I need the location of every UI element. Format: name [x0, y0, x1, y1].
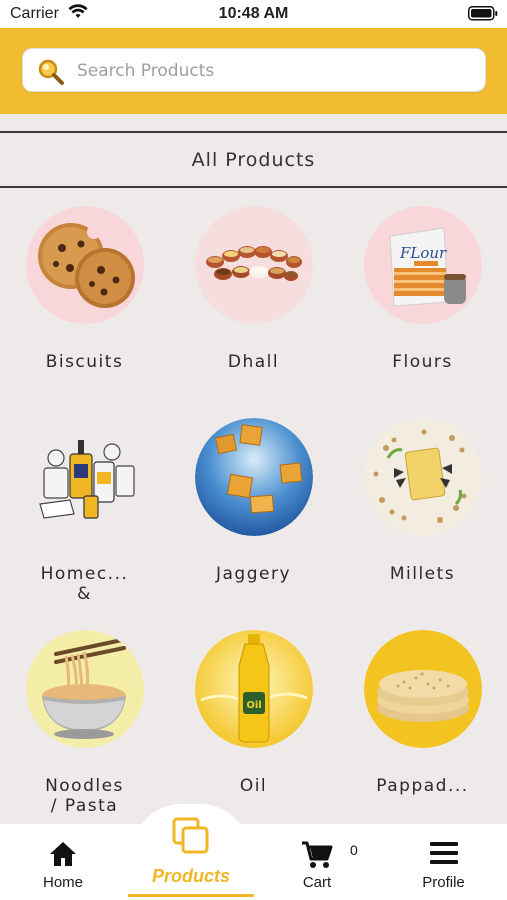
- category-label: Pappad...: [376, 776, 469, 796]
- category-noodles-pasta[interactable]: Noodles / Pasta: [0, 620, 169, 830]
- cart-icon: [301, 840, 333, 874]
- tab-cart-label: Cart: [302, 874, 332, 891]
- category-grid: Biscuits Dhall FLour Flours Homec... & J…: [0, 196, 507, 826]
- search-bar[interactable]: [22, 48, 486, 92]
- category-biscuits[interactable]: Biscuits: [0, 196, 169, 406]
- svg-text:Oil: Oil: [246, 700, 261, 711]
- homecare-image: [26, 418, 144, 536]
- header: [0, 28, 507, 114]
- cart-count-badge: 0: [350, 842, 358, 858]
- category-label: Noodles / Pasta: [45, 776, 124, 816]
- tab-home-label: Home: [42, 874, 83, 891]
- flours-image: FLour: [364, 206, 482, 324]
- tab-cart[interactable]: Cart: [254, 824, 380, 900]
- millets-image: [364, 418, 482, 536]
- products-icon: [171, 816, 211, 860]
- noodles-image: [26, 630, 144, 748]
- active-tab-indicator: [128, 894, 254, 897]
- tab-profile-label: Profile: [422, 874, 465, 891]
- jaggery-image: [195, 418, 313, 536]
- search-input[interactable]: [75, 49, 479, 92]
- category-jaggery[interactable]: Jaggery: [169, 408, 338, 618]
- pappad-image: [364, 630, 482, 748]
- category-dhall[interactable]: Dhall: [169, 196, 338, 406]
- menu-icon: [429, 840, 459, 870]
- category-millets[interactable]: Millets: [338, 408, 507, 618]
- category-pappad[interactable]: Pappad...: [338, 620, 507, 830]
- clock: 10:48 AM: [218, 5, 289, 22]
- category-homecare[interactable]: Homec... &: [0, 408, 169, 618]
- category-label: Millets: [389, 564, 456, 584]
- category-oil[interactable]: Oil Oil: [169, 620, 338, 830]
- svg-text:FLour: FLour: [399, 244, 447, 262]
- search-icon: [37, 58, 65, 90]
- tab-home[interactable]: Home: [0, 824, 126, 900]
- biscuits-image: [26, 206, 144, 324]
- status-bar: Carrier 10:48 AM: [0, 0, 507, 28]
- category-label: Homec... &: [40, 564, 129, 604]
- page-title: All Products: [191, 149, 316, 171]
- section-divider-bottom: [0, 186, 507, 188]
- category-flours[interactable]: FLour Flours: [338, 196, 507, 406]
- category-label: Biscuits: [45, 352, 124, 372]
- category-label: Jaggery: [215, 564, 292, 584]
- category-label: Oil: [239, 776, 268, 796]
- tab-profile[interactable]: Profile: [380, 824, 507, 900]
- oil-image: Oil: [195, 630, 313, 748]
- dhall-image: [195, 206, 313, 324]
- tab-products[interactable]: Products: [128, 817, 254, 900]
- battery-icon: [468, 6, 498, 26]
- category-label: Dhall: [227, 352, 280, 372]
- tab-products-label: Products: [151, 866, 230, 886]
- category-label: Flours: [392, 352, 453, 372]
- home-icon: [48, 840, 78, 872]
- section-divider-top: [0, 131, 507, 133]
